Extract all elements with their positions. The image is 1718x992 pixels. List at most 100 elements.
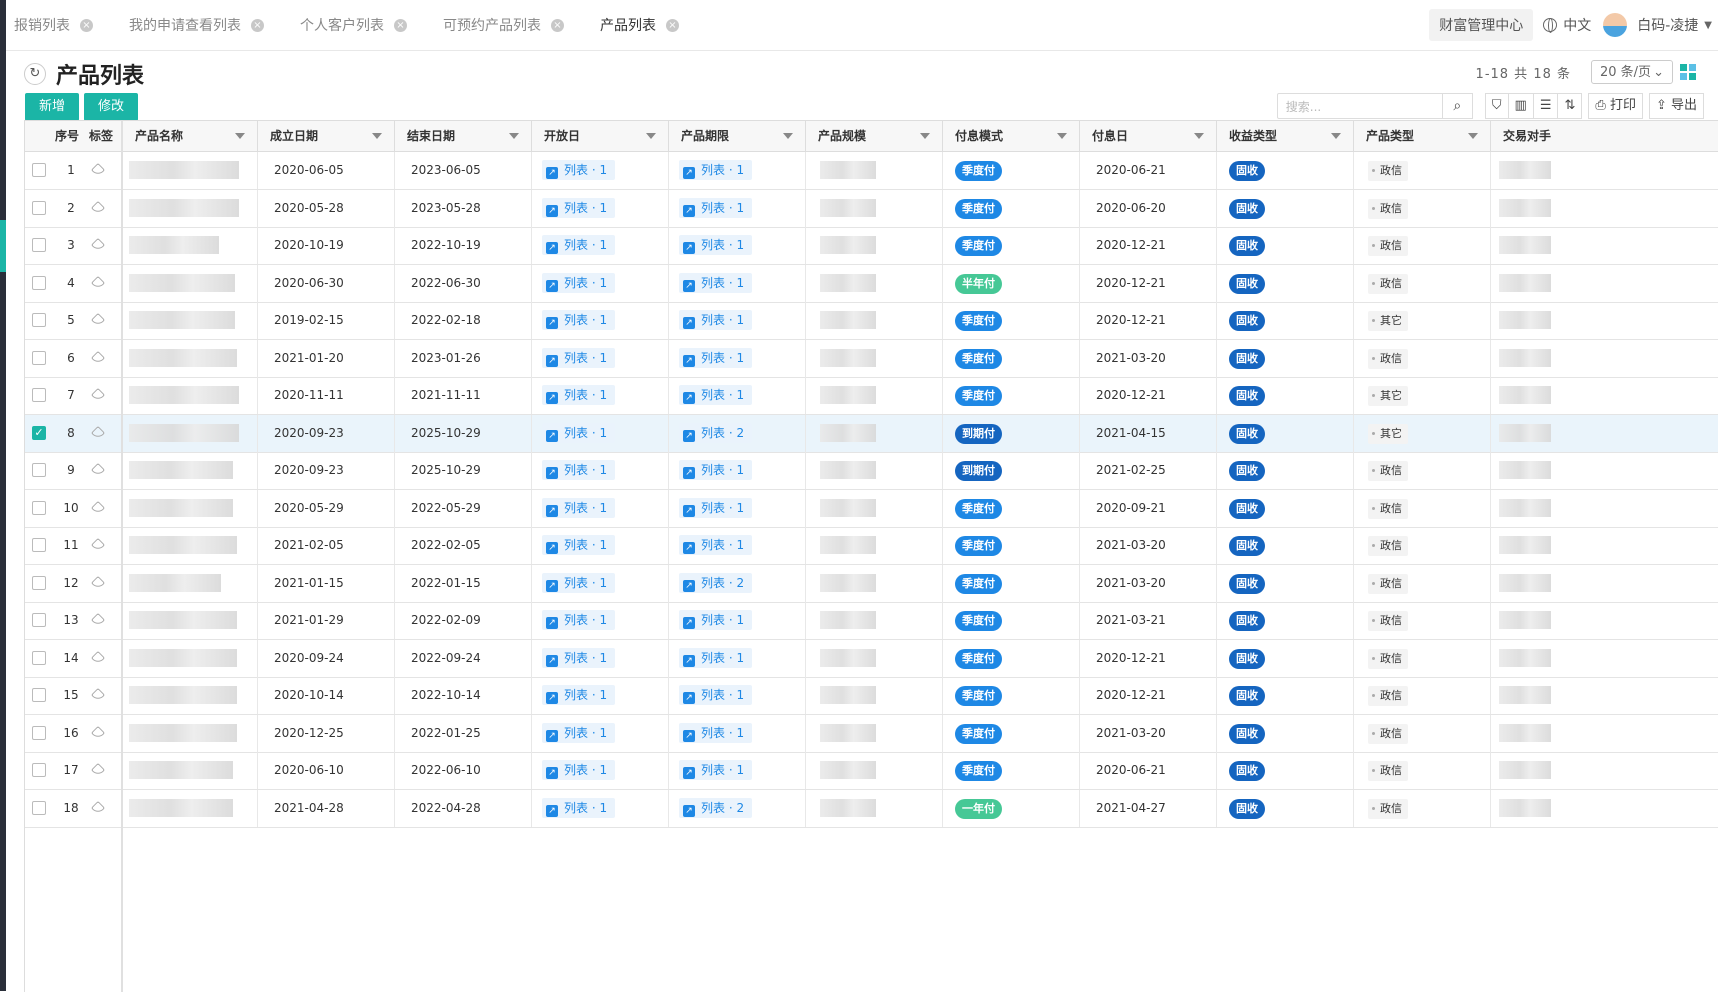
- table-row[interactable]: 10 2020-05-29 2022-05-29 ↗ 列表 · 1 ↗ 列表 · 1 季度付 2…: [25, 489, 1718, 528]
- row-checkbox[interactable]: ✓: [32, 425, 46, 440]
- header-product-name[interactable]: 产品名称: [123, 121, 258, 151]
- table-row[interactable]: 15 2020-10-14 2022-10-14 ↗ 列表 · 1 ↗ 列表 · 1 季度付 2…: [25, 677, 1718, 715]
- row-checkbox[interactable]: [32, 538, 46, 552]
- row-checkbox[interactable]: [32, 500, 46, 515]
- term-link[interactable]: ↗ 列表 · 1: [679, 272, 753, 293]
- tag-icon[interactable]: [90, 687, 106, 703]
- user-menu[interactable]: 白码-凌捷 ▼: [1603, 13, 1712, 37]
- table-row[interactable]: ✓ 8 2020-09-23 2025-10-29 ↗ 列表 · 1 ↗ 列表 · 2 到期付 2…: [25, 414, 1718, 453]
- header-start-date[interactable]: 成立日期: [258, 121, 395, 151]
- page-size-select[interactable]: 20 条/页 ⌄: [1591, 60, 1673, 84]
- tag-icon[interactable]: [90, 762, 106, 778]
- open-day-link[interactable]: ↗ 列表 · 1: [542, 685, 616, 705]
- table-row[interactable]: 16 2020-12-25 2022-01-25 ↗ 列表 · 1 ↗ 列表 · 1 季度付 2…: [25, 714, 1718, 753]
- tag-icon[interactable]: [90, 387, 106, 403]
- chart-icon[interactable]: ▥: [1507, 93, 1534, 119]
- tag-icon[interactable]: [90, 575, 106, 590]
- open-day-link[interactable]: ↗ 列表 · 1: [542, 385, 616, 405]
- row-checkbox[interactable]: [32, 163, 46, 177]
- tab-item[interactable]: 可预约产品列表 ×: [443, 15, 564, 35]
- row-checkbox[interactable]: [32, 650, 46, 665]
- open-day-link[interactable]: ↗ 列表 · 1: [542, 647, 616, 668]
- row-checkbox[interactable]: [32, 275, 46, 290]
- open-day-link[interactable]: ↗ 列表 · 1: [542, 572, 616, 593]
- term-link[interactable]: ↗ 列表 · 1: [679, 760, 753, 780]
- export-button[interactable]: ⇪ 导出: [1648, 93, 1704, 119]
- search-input[interactable]: 搜索...: [1276, 93, 1443, 119]
- row-checkbox[interactable]: [32, 763, 46, 777]
- open-day-link[interactable]: ↗ 列表 · 1: [542, 760, 616, 780]
- row-checkbox[interactable]: [32, 238, 46, 252]
- term-link[interactable]: ↗ 列表 · 1: [679, 235, 753, 255]
- term-link[interactable]: ↗ 列表 · 1: [679, 647, 753, 668]
- tag-icon[interactable]: [90, 425, 106, 440]
- row-checkbox[interactable]: [32, 463, 46, 477]
- table-row[interactable]: 12 2021-01-15 2022-01-15 ↗ 列表 · 1 ↗ 列表 · 2 季度付 2…: [25, 564, 1718, 603]
- close-icon[interactable]: ×: [394, 18, 407, 32]
- row-checkbox[interactable]: [32, 575, 46, 590]
- header-income-type[interactable]: 收益类型: [1217, 121, 1354, 151]
- tag-icon[interactable]: [90, 800, 106, 815]
- tab-item[interactable]: 产品列表 ×: [600, 15, 679, 35]
- edit-button[interactable]: 修改: [84, 93, 139, 121]
- term-link[interactable]: ↗ 列表 · 1: [679, 347, 753, 368]
- table-row[interactable]: 14 2020-09-24 2022-09-24 ↗ 列表 · 1 ↗ 列表 · 1 季度付 2…: [25, 639, 1718, 678]
- open-day-link[interactable]: ↗ 列表 · 1: [542, 422, 616, 443]
- table-row[interactable]: 7 2020-11-11 2021-11-11 ↗ 列表 · 1 ↗ 列表 · 1 季度付 20…: [25, 377, 1718, 415]
- term-link[interactable]: ↗ 列表 · 1: [679, 535, 753, 555]
- tag-icon[interactable]: [90, 162, 106, 178]
- open-day-link[interactable]: ↗ 列表 · 1: [542, 460, 616, 480]
- header-scale[interactable]: 产品规模: [806, 121, 943, 151]
- term-link[interactable]: ↗ 列表 · 1: [679, 197, 753, 218]
- tag-icon[interactable]: [90, 312, 106, 328]
- table-row[interactable]: 11 2021-02-05 2022-02-05 ↗ 列表 · 1 ↗ 列表 · 1 季度付 2…: [25, 527, 1718, 565]
- row-checkbox[interactable]: [32, 350, 46, 365]
- close-icon[interactable]: ×: [551, 18, 564, 32]
- table-row[interactable]: 17 2020-06-10 2022-06-10 ↗ 列表 · 1 ↗ 列表 · 1 季度付 2…: [25, 752, 1718, 790]
- table-row[interactable]: 3 2020-10-19 2022-10-19 ↗ 列表 · 1 ↗ 列表 · 1 季度付 20…: [25, 227, 1718, 265]
- row-checkbox[interactable]: [32, 800, 46, 815]
- filter-icon[interactable]: ⛉: [1484, 93, 1509, 119]
- print-button[interactable]: ⎙ 打印: [1588, 93, 1643, 119]
- tag-icon[interactable]: [90, 537, 106, 553]
- tag-icon[interactable]: [90, 462, 106, 478]
- row-checkbox[interactable]: [32, 725, 46, 740]
- term-link[interactable]: ↗ 列表 · 1: [679, 685, 753, 705]
- term-link[interactable]: ↗ 列表 · 1: [679, 385, 753, 405]
- open-day-link[interactable]: ↗ 列表 · 1: [542, 160, 616, 180]
- term-link[interactable]: ↗ 列表 · 2: [679, 797, 753, 818]
- open-day-link[interactable]: ↗ 列表 · 1: [542, 535, 616, 555]
- close-icon[interactable]: ×: [80, 18, 93, 32]
- tab-item[interactable]: 报销列表 ×: [14, 15, 93, 35]
- table-row[interactable]: 13 2021-01-29 2022-02-09 ↗ 列表 · 1 ↗ 列表 · 1 季度付 2…: [25, 602, 1718, 640]
- header-end-date[interactable]: 结束日期: [395, 121, 532, 151]
- table-row[interactable]: 6 2021-01-20 2023-01-26 ↗ 列表 · 1 ↗ 列表 · 1 季度付 20…: [25, 339, 1718, 378]
- row-checkbox[interactable]: [32, 313, 46, 327]
- header-pay-day[interactable]: 付息日: [1080, 121, 1217, 151]
- tag-icon[interactable]: [90, 237, 106, 253]
- term-link[interactable]: ↗ 列表 · 1: [679, 497, 753, 518]
- term-link[interactable]: ↗ 列表 · 1: [679, 160, 753, 180]
- tag-icon[interactable]: [90, 350, 106, 365]
- header-pay-mode[interactable]: 付息模式: [943, 121, 1080, 151]
- open-day-link[interactable]: ↗ 列表 · 1: [542, 722, 616, 743]
- header-counterparty[interactable]: 交易对手: [1491, 121, 1718, 151]
- table-row[interactable]: 18 2021-04-28 2022-04-28 ↗ 列表 · 1 ↗ 列表 · 2 一年付 2…: [25, 789, 1718, 828]
- tag-icon[interactable]: [90, 650, 106, 665]
- tag-icon[interactable]: [90, 500, 106, 515]
- tag-icon[interactable]: [90, 725, 106, 740]
- term-link[interactable]: ↗ 列表 · 1: [679, 722, 753, 743]
- row-checkbox[interactable]: [32, 388, 46, 402]
- close-icon[interactable]: ×: [666, 18, 679, 32]
- table-row[interactable]: 4 2020-06-30 2022-06-30 ↗ 列表 · 1 ↗ 列表 · 1 半年付 20…: [25, 264, 1718, 303]
- open-day-link[interactable]: ↗ 列表 · 1: [542, 310, 616, 330]
- term-link[interactable]: ↗ 列表 · 2: [679, 572, 753, 593]
- open-day-link[interactable]: ↗ 列表 · 1: [542, 197, 616, 218]
- open-day-link[interactable]: ↗ 列表 · 1: [542, 347, 616, 368]
- header-open-day[interactable]: 开放日: [532, 121, 669, 151]
- term-link[interactable]: ↗ 列表 · 1: [679, 610, 753, 630]
- term-link[interactable]: ↗ 列表 · 1: [679, 310, 753, 330]
- tab-item[interactable]: 个人客户列表 ×: [300, 15, 407, 35]
- wealth-center-link[interactable]: 财富管理中心: [1429, 9, 1534, 41]
- language-switcher[interactable]: 中文: [1543, 15, 1591, 35]
